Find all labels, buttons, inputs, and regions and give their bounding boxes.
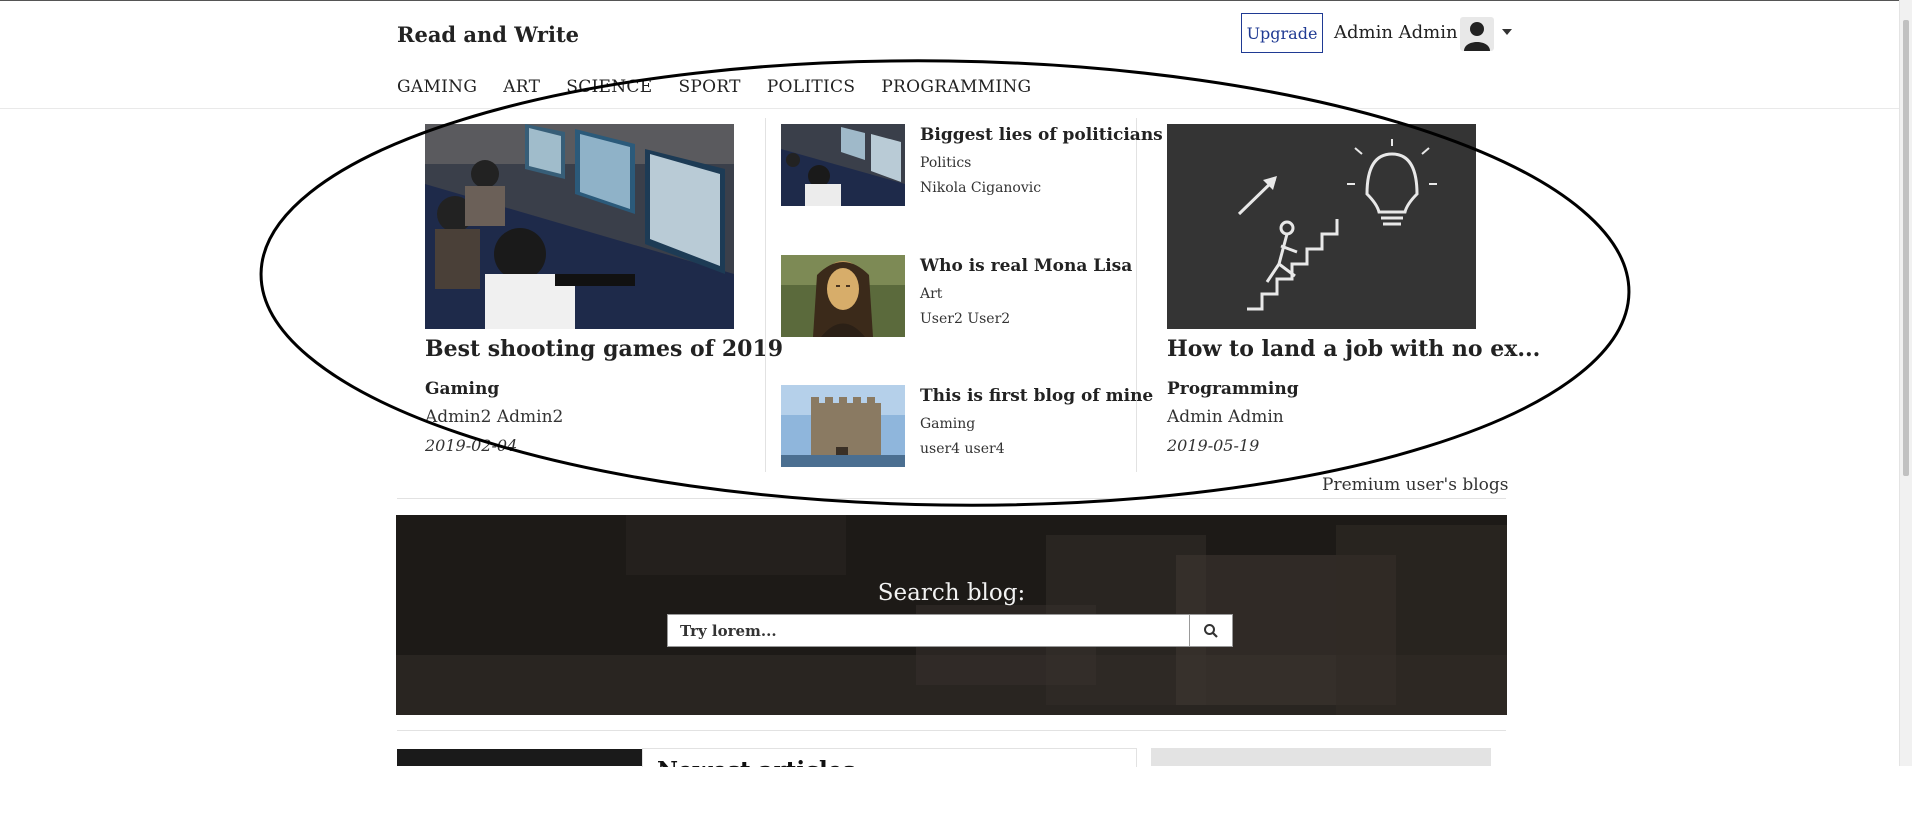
column-divider <box>1136 118 1137 472</box>
featured-left-author: Admin2 Admin2 <box>425 407 564 427</box>
featured-right-date: 2019-05-19 <box>1167 436 1260 455</box>
featured-left-title[interactable]: Best shooting games of 2019 <box>425 336 783 362</box>
article-category[interactable]: Politics <box>920 155 971 171</box>
search-button[interactable] <box>1189 615 1232 646</box>
section-divider <box>397 498 1506 499</box>
vertical-scrollbar[interactable] <box>1899 0 1912 766</box>
article-card[interactable]: Newest articles <box>642 748 1137 767</box>
featured-left-category[interactable]: Gaming <box>425 379 499 399</box>
section-divider <box>397 730 1506 731</box>
article-author: user4 user4 <box>920 441 1005 457</box>
article-thumb-art[interactable] <box>781 255 905 337</box>
nav-item-gaming[interactable]: GAMING <box>397 77 477 97</box>
scrollbar-thumb[interactable] <box>1903 20 1909 476</box>
article-title[interactable]: Who is real Mona Lisa <box>920 256 1132 276</box>
caret-down-icon[interactable] <box>1502 29 1512 35</box>
nav-item-programming[interactable]: PROGRAMMING <box>881 77 1031 97</box>
article-thumb[interactable] <box>397 749 642 766</box>
article-category[interactable]: Art <box>920 286 942 302</box>
article-title[interactable]: Newest articles <box>657 757 855 767</box>
user-icon[interactable] <box>1460 17 1494 51</box>
featured-right-title[interactable]: How to land a job with no ex... <box>1167 336 1540 362</box>
search-bar <box>667 614 1233 647</box>
header-divider <box>0 108 1900 109</box>
column-divider <box>765 118 766 472</box>
username-label[interactable]: Admin Admin <box>1334 22 1458 43</box>
article-thumb-politics[interactable] <box>781 124 905 206</box>
nav-item-sport[interactable]: SPORT <box>678 77 740 97</box>
article-author: User2 User2 <box>920 311 1011 327</box>
search-hero: Search blog: <box>396 515 1507 715</box>
sidebar-panel <box>1151 748 1491 766</box>
article-title[interactable]: This is first blog of mine <box>920 386 1153 406</box>
featured-right-category[interactable]: Programming <box>1167 379 1299 399</box>
featured-left-image[interactable] <box>425 124 734 329</box>
article-thumb-gaming[interactable] <box>781 385 905 467</box>
upgrade-button[interactable]: Upgrade <box>1241 13 1323 53</box>
category-nav: GAMING ART SCIENCE SPORT POLITICS PROGRA… <box>397 77 1057 97</box>
search-icon <box>1204 623 1218 638</box>
search-input[interactable] <box>668 615 1190 646</box>
article-title[interactable]: Biggest lies of politicians <box>920 125 1163 145</box>
featured-right-author: Admin Admin <box>1167 407 1284 427</box>
featured-right-image[interactable] <box>1167 124 1476 329</box>
site-brand[interactable]: Read and Write <box>397 22 579 47</box>
article-author: Nikola Ciganovic <box>920 180 1042 196</box>
featured-left-date: 2019-02-04 <box>425 436 518 455</box>
search-title: Search blog: <box>877 580 1026 606</box>
premium-blogs-link[interactable]: Premium user's blogs <box>1322 475 1508 495</box>
window-top-border <box>0 0 1912 1</box>
nav-item-art[interactable]: ART <box>503 77 540 97</box>
nav-item-politics[interactable]: POLITICS <box>767 77 856 97</box>
nav-item-science[interactable]: SCIENCE <box>566 77 652 97</box>
article-category[interactable]: Gaming <box>920 416 975 432</box>
